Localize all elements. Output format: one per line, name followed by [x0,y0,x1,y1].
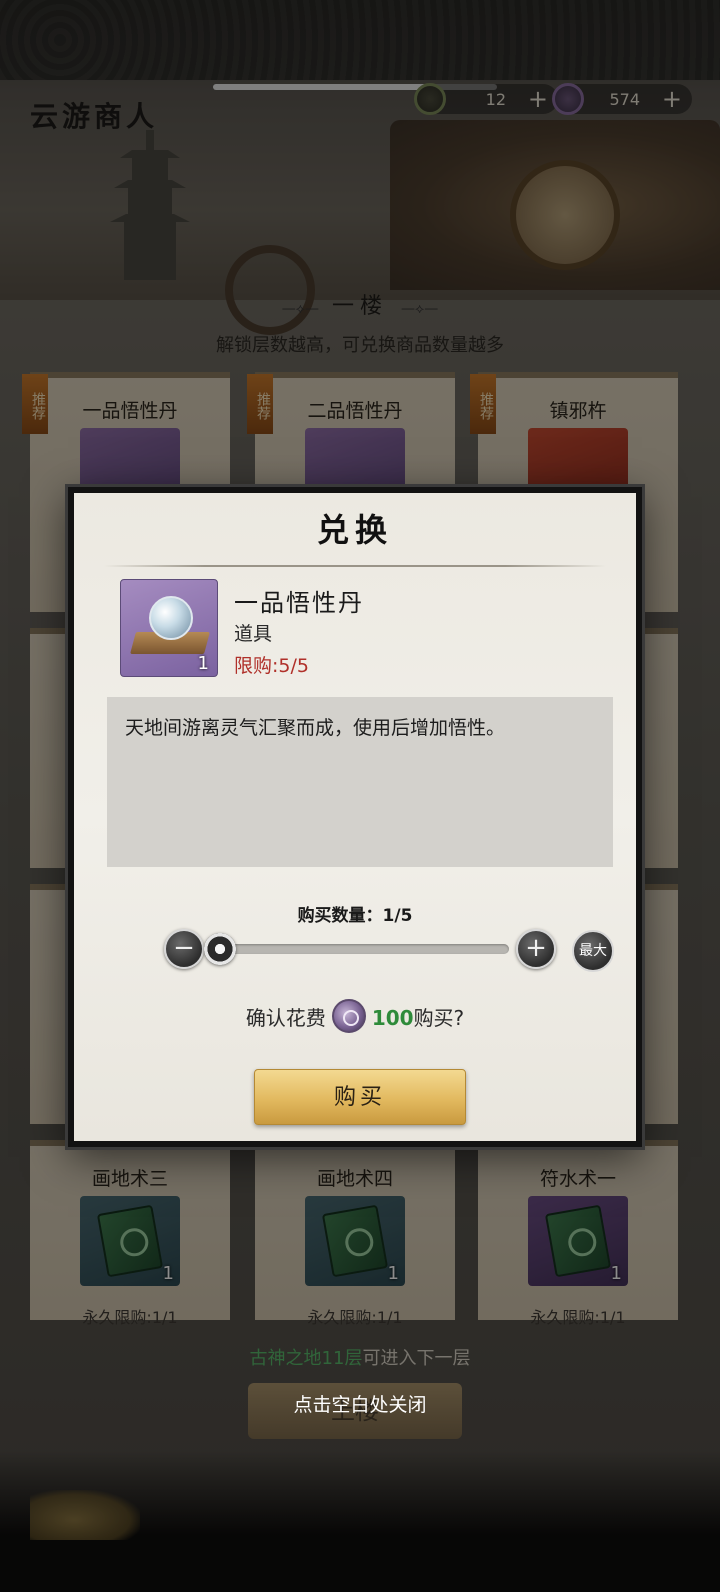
item-icon: 1 [120,579,218,677]
item-name: 一品悟性丹 [234,589,364,617]
dialog-title: 兑换 [316,511,393,549]
spirit-coin-icon [331,999,366,1033]
exchange-dialog: 兑换 1 一品悟性丹 道具 限购:5/5 天地间游离灵气汇聚而成，使用后增加悟性… [68,487,642,1147]
quantity-slider-track[interactable] [214,944,509,954]
item-purchase-limit: 限购:5/5 [234,655,309,677]
decrease-quantity-button[interactable]: − [164,929,204,969]
item-description-box: 天地间游离灵气汇聚而成，使用后增加悟性。 [107,697,613,867]
confirm-suffix: 购买? [413,1005,465,1030]
increase-quantity-button[interactable]: + [516,929,556,969]
cost-value: 100 [371,1005,414,1030]
item-description: 天地间游离灵气汇聚而成，使用后增加悟性。 [125,717,506,739]
item-count: 1 [197,653,209,674]
close-hint: 点击空白处关闭 [293,1394,427,1416]
confirm-prefix: 确认花费 [245,1005,326,1030]
item-type: 道具 [234,623,273,645]
confirm-cost-line: 确认花费 100购买? [74,999,636,1033]
max-quantity-button[interactable]: 最大 [572,930,614,972]
divider [104,565,606,567]
quantity-label: 购买数量：1/5 [297,906,413,926]
crystal-orb-icon [149,596,193,640]
quantity-slider-thumb[interactable] [204,933,236,965]
buy-button[interactable]: 购买 [254,1069,466,1125]
